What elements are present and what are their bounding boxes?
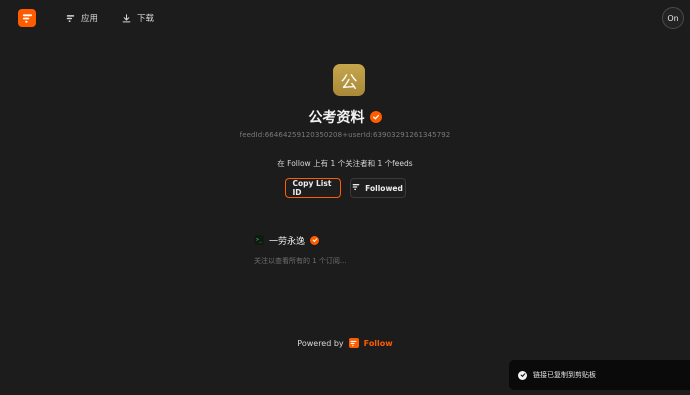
title-row: 公考资料 (0, 107, 690, 127)
toggle-on-button[interactable]: On (662, 7, 684, 29)
powered-by-footer[interactable]: Powered by Follow (0, 336, 690, 350)
verified-badge-icon (369, 111, 382, 123)
follow-icon (352, 183, 360, 193)
followed-button[interactable]: Followed (349, 178, 406, 198)
toast-notification: 链接已复制到剪贴板 (509, 360, 690, 390)
toast-message: 链接已复制到剪贴板 (533, 371, 596, 379)
download-icon (122, 13, 131, 23)
copy-list-id-label: Copy List ID (292, 179, 332, 197)
copy-list-id-button[interactable]: Copy List ID (284, 178, 341, 198)
follow-logo-icon[interactable] (18, 9, 36, 27)
terminal-icon: >_ (254, 235, 264, 245)
follow-logo-icon (348, 338, 359, 348)
check-circle-icon (518, 370, 527, 380)
brand-name: Follow (363, 338, 393, 348)
follow-icon (66, 14, 75, 23)
list-avatar: 公 (333, 64, 365, 96)
nav-apps-label: 应用 (81, 14, 99, 24)
action-buttons: Copy List ID Followed (0, 178, 690, 198)
feed-name: 一劳永逸 (269, 236, 306, 247)
powered-by-label: Powered by (297, 338, 344, 348)
top-bar: 应用 下载 On (0, 0, 690, 38)
followed-label: Followed (365, 183, 403, 193)
nav-apps[interactable]: 应用 (66, 11, 98, 25)
follow-hint: 关注以查看所有的 1 个订阅... (254, 257, 347, 265)
feed-user-ids: feedId:66464259120350208+userId:63903291… (239, 131, 451, 139)
follow-summary: 在 Follow 上有 1 个关注者和 1 个feeds (277, 159, 413, 168)
nav-download[interactable]: 下载 (122, 11, 154, 25)
nav-download-label: 下载 (137, 14, 155, 24)
feed-list-item[interactable]: >_ 一劳永逸 (254, 233, 320, 247)
verified-badge-icon (310, 235, 320, 245)
page-title: 公考资料 (308, 110, 365, 126)
